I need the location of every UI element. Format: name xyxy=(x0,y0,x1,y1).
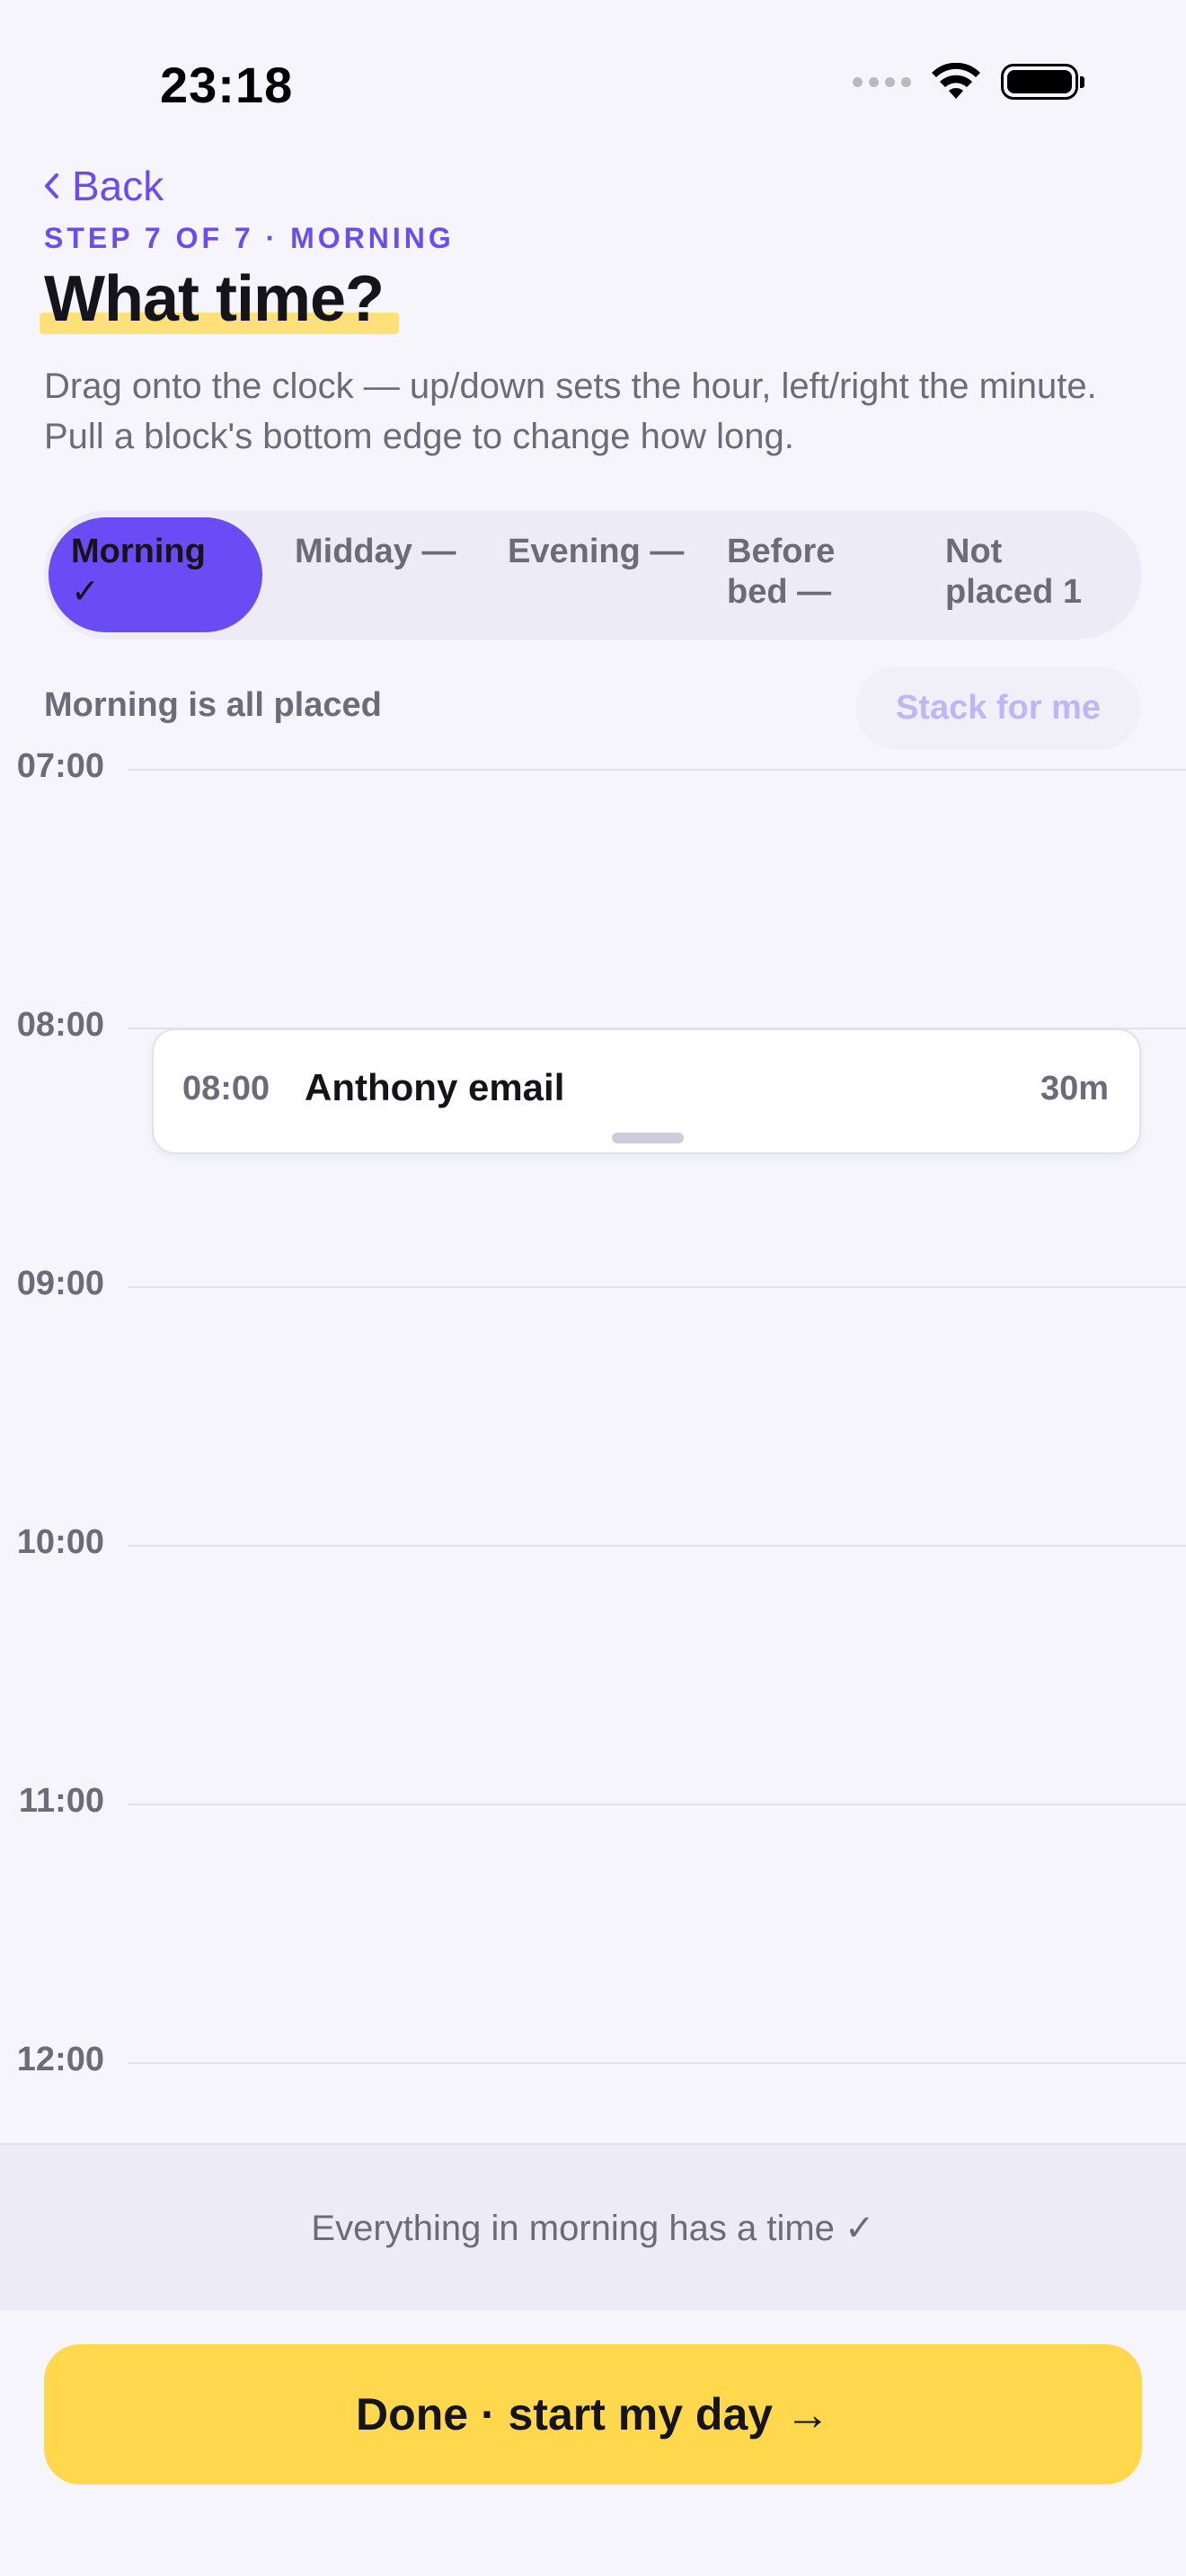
tab-not-placed[interactable]: Not placed 1 xyxy=(945,532,1082,613)
screen: 23:18 Back STEP 7 OF 7 · MORNING What ti… xyxy=(0,0,1186,2576)
day-timeline[interactable]: 07:00 08:00 09:00 10:00 11:00 12:00 08:0… xyxy=(0,751,1186,2143)
tab-morning[interactable]: Morning ✓ xyxy=(71,532,206,613)
tab-not-placed-line1: Not xyxy=(945,533,1003,570)
hour-label: 08:00 xyxy=(16,1006,104,1044)
tab-before-bed[interactable]: Before bed — xyxy=(727,532,835,613)
placement-status: Morning is all placed xyxy=(44,686,382,724)
page-subtitle: Drag onto the clock — up/down sets the h… xyxy=(44,366,1097,456)
back-label: Back xyxy=(72,163,164,209)
done-start-day-button[interactable]: Done · start my day → xyxy=(44,2344,1142,2484)
tab-before-bed-line1: Before xyxy=(727,533,836,570)
status-time: 23:18 xyxy=(160,57,294,113)
tab-not-placed-line2: placed 1 xyxy=(945,573,1083,611)
hour-label: 10:00 xyxy=(16,1523,104,1561)
tab-morning-label: Morning xyxy=(71,533,206,570)
tab-evening-label: Evening — xyxy=(508,533,685,570)
tab-evening[interactable]: Evening — xyxy=(508,532,684,572)
hour-gridline xyxy=(128,1545,1186,1547)
step-label: STEP 7 OF 7 · MORNING xyxy=(44,222,455,254)
event-title: Anthony email xyxy=(305,1066,565,1108)
hour-row: 09:00 xyxy=(0,1265,1186,1302)
event-time: 08:00 xyxy=(182,1070,270,1107)
resize-handle[interactable] xyxy=(612,1133,684,1143)
hour-row: 11:00 xyxy=(0,1782,1186,1820)
chevron-left-icon xyxy=(45,173,58,198)
hour-row: 07:00 xyxy=(0,751,1186,785)
hour-gridline xyxy=(128,769,1186,771)
hour-gridline xyxy=(128,1804,1186,1805)
hour-label: 12:00 xyxy=(16,2041,104,2078)
status-icons xyxy=(853,63,1084,101)
tab-midday-label: Midday — xyxy=(295,533,456,570)
hour-row: 10:00 xyxy=(0,1523,1186,1561)
hour-row: 12:00 xyxy=(0,2041,1186,2078)
check-icon: ✓ xyxy=(71,573,100,611)
period-segmented-control: Morning ✓ Midday — Evening — Before bed … xyxy=(44,510,1142,640)
hour-label: 07:00 xyxy=(16,751,104,785)
wifi-icon xyxy=(932,63,980,99)
battery-icon xyxy=(1001,64,1084,100)
cellular-signal-icon xyxy=(853,76,911,87)
page-title: What time? xyxy=(44,263,385,335)
back-button[interactable]: Back xyxy=(43,162,164,210)
hour-label: 09:00 xyxy=(16,1265,104,1302)
event-duration: 30m xyxy=(1040,1070,1109,1107)
hour-label: 11:00 xyxy=(18,1782,104,1820)
stack-for-me-button[interactable]: Stack for me xyxy=(855,666,1141,749)
footer-status-band: Everything in morning has a time ✓ xyxy=(0,2143,1186,2310)
footer-message: Everything in morning has a time ✓ xyxy=(311,2209,875,2248)
hour-gridline xyxy=(128,2062,1186,2064)
tab-before-bed-line2: bed — xyxy=(727,573,832,611)
tab-midday[interactable]: Midday — xyxy=(295,532,456,572)
hour-gridline xyxy=(128,1286,1186,1288)
event-block-anthony-email[interactable]: 08:00 Anthony email 30m xyxy=(152,1028,1141,1154)
